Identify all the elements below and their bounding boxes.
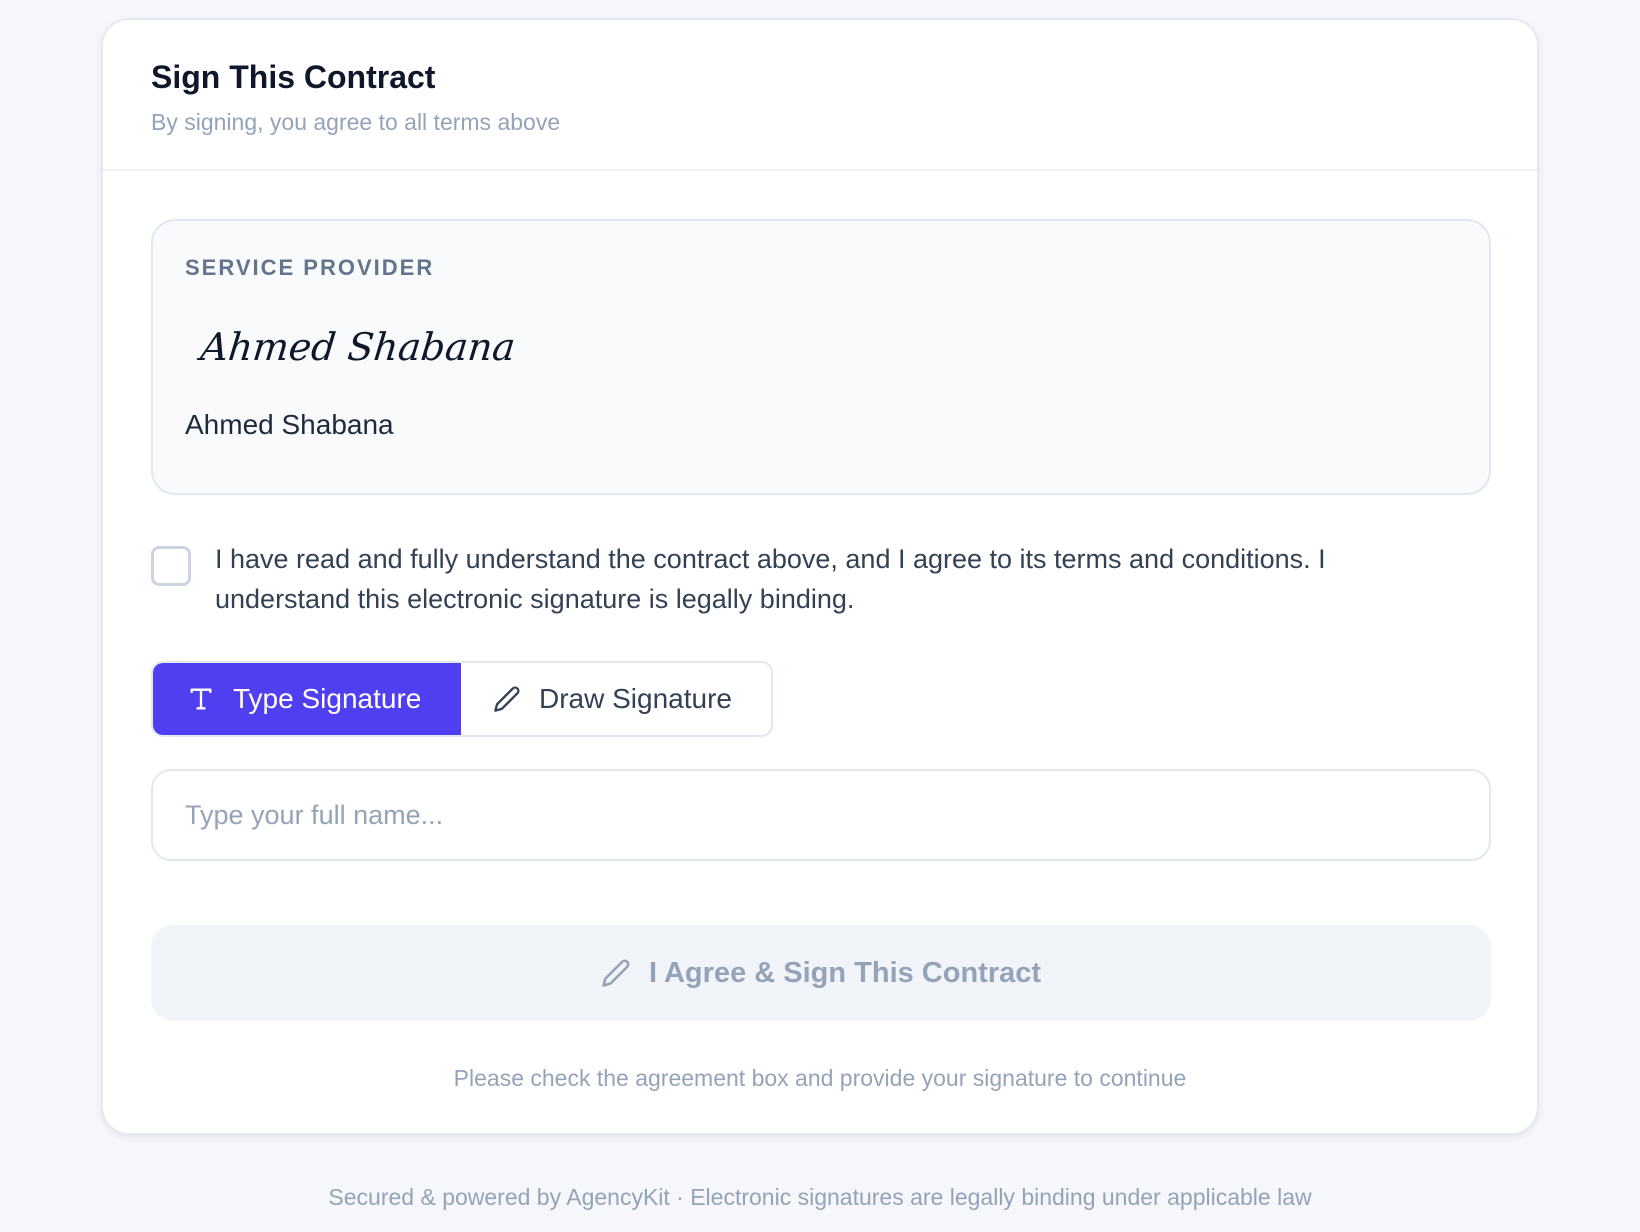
sign-contract-card: Sign This Contract By signing, you agree… — [101, 18, 1539, 1135]
service-provider-box: SERVICE PROVIDER Ahmed Shabana Ahmed Sha… — [151, 219, 1491, 495]
provider-name: Ahmed Shabana — [185, 409, 394, 440]
agree-sign-button[interactable]: I Agree & Sign This Contract — [151, 925, 1491, 1021]
tab-draw-signature-label: Draw Signature — [539, 683, 732, 714]
card-body: SERVICE PROVIDER Ahmed Shabana Ahmed Sha… — [103, 171, 1537, 1092]
pencil-icon — [493, 685, 521, 713]
footer-text: Secured & powered by AgencyKit · Electro… — [328, 1184, 1312, 1210]
helper-text: Please check the agreement box and provi… — [453, 1065, 1187, 1091]
signature-mode-tabs: Type Signature Draw Signature — [151, 661, 773, 737]
card-header: Sign This Contract By signing, you agree… — [103, 20, 1537, 171]
full-name-input[interactable] — [151, 769, 1491, 861]
page-title: Sign This Contract — [151, 59, 436, 95]
page-subtitle: By signing, you agree to all terms above — [151, 109, 561, 136]
agreement-checkbox[interactable] — [151, 546, 191, 586]
agreement-text[interactable]: I have read and fully understand the con… — [215, 539, 1455, 619]
agree-sign-button-label: I Agree & Sign This Contract — [648, 956, 1042, 989]
provider-signature: Ahmed Shabana — [198, 325, 518, 369]
text-type-icon — [187, 685, 215, 713]
provider-signature-row: Ahmed Shabana — [185, 281, 1457, 369]
service-provider-label: SERVICE PROVIDER — [185, 255, 435, 280]
agreement-row: I have read and fully understand the con… — [151, 539, 1489, 619]
tab-type-signature[interactable]: Type Signature — [153, 663, 461, 735]
tab-draw-signature[interactable]: Draw Signature — [461, 663, 771, 735]
tab-type-signature-label: Type Signature — [233, 683, 422, 714]
pencil-icon — [601, 958, 631, 988]
